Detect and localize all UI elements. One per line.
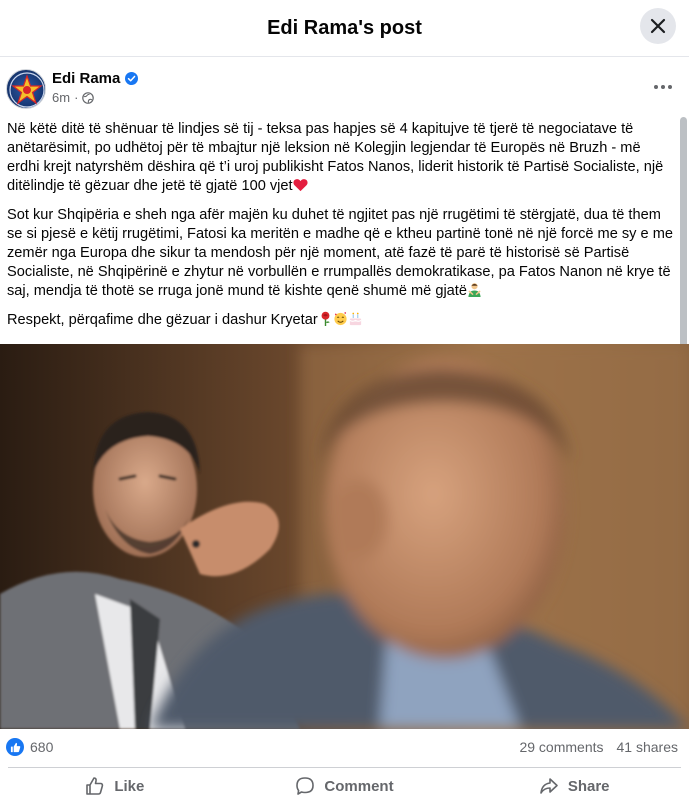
like-button[interactable]: Like <box>0 768 230 804</box>
paragraph-text: Respekt, përqafime dhe gëzuar i dashur K… <box>7 312 318 328</box>
post-scroll-area[interactable]: Edi Rama 6m · Në këtë ditë të shënuar të… <box>0 57 689 804</box>
post-time[interactable]: 6m <box>52 90 70 105</box>
more-icon <box>654 85 672 89</box>
post-paragraph: Sot kur Shqipëria e sheh nga afër majën … <box>7 206 675 301</box>
party-logo-icon <box>9 72 45 108</box>
post-text: Në këtë ditë të shënuar të lindjes së ti… <box>7 120 675 340</box>
avatar[interactable] <box>6 69 46 109</box>
photo-image <box>0 344 689 729</box>
like-count[interactable]: 680 <box>30 739 53 755</box>
author-name[interactable]: Edi Rama <box>52 70 120 87</box>
post-photo[interactable] <box>0 344 689 729</box>
verified-badge-icon <box>125 72 139 85</box>
comment-icon <box>296 777 315 795</box>
shares-count[interactable]: 41 shares <box>617 739 678 755</box>
post-header: Edi Rama 6m · <box>0 57 689 113</box>
like-label: Like <box>114 777 145 795</box>
close-icon <box>650 18 666 34</box>
thumbs-up-icon <box>86 777 104 795</box>
like-reaction-icon[interactable] <box>6 738 24 756</box>
meta-separator: · <box>74 90 79 105</box>
dialog-title: Edi Rama's post <box>267 16 422 39</box>
dialog-header: Edi Rama's post <box>0 0 689 57</box>
comments-count[interactable]: 29 comments <box>519 739 603 755</box>
paragraph-text: Sot kur Shqipëria e sheh nga afër majën … <box>7 207 673 299</box>
paragraph-text: Në këtë ditë të shënuar të lindjes së ti… <box>7 121 664 194</box>
globe-icon <box>82 91 95 104</box>
comment-button[interactable]: Comment <box>230 768 460 804</box>
birthday-cake-icon <box>349 312 362 326</box>
man-gesturing-icon <box>468 283 481 297</box>
more-options-button[interactable] <box>651 75 675 99</box>
post-actions: Like Comment Share <box>0 768 689 804</box>
close-button[interactable] <box>640 8 676 44</box>
share-button[interactable]: Share <box>459 768 689 804</box>
share-label: Share <box>567 777 610 795</box>
post-paragraph: Respekt, përqafime dhe gëzuar i dashur K… <box>7 311 675 330</box>
comment-label: Comment <box>324 777 394 795</box>
rose-icon <box>321 311 330 326</box>
heart-icon <box>293 179 308 192</box>
smiling-face-with-hearts-icon <box>334 311 347 326</box>
share-icon <box>540 778 558 794</box>
post-stats: 680 29 comments 41 shares <box>0 729 689 765</box>
post-paragraph: Në këtë ditë të shënuar të lindjes së ti… <box>7 120 675 196</box>
